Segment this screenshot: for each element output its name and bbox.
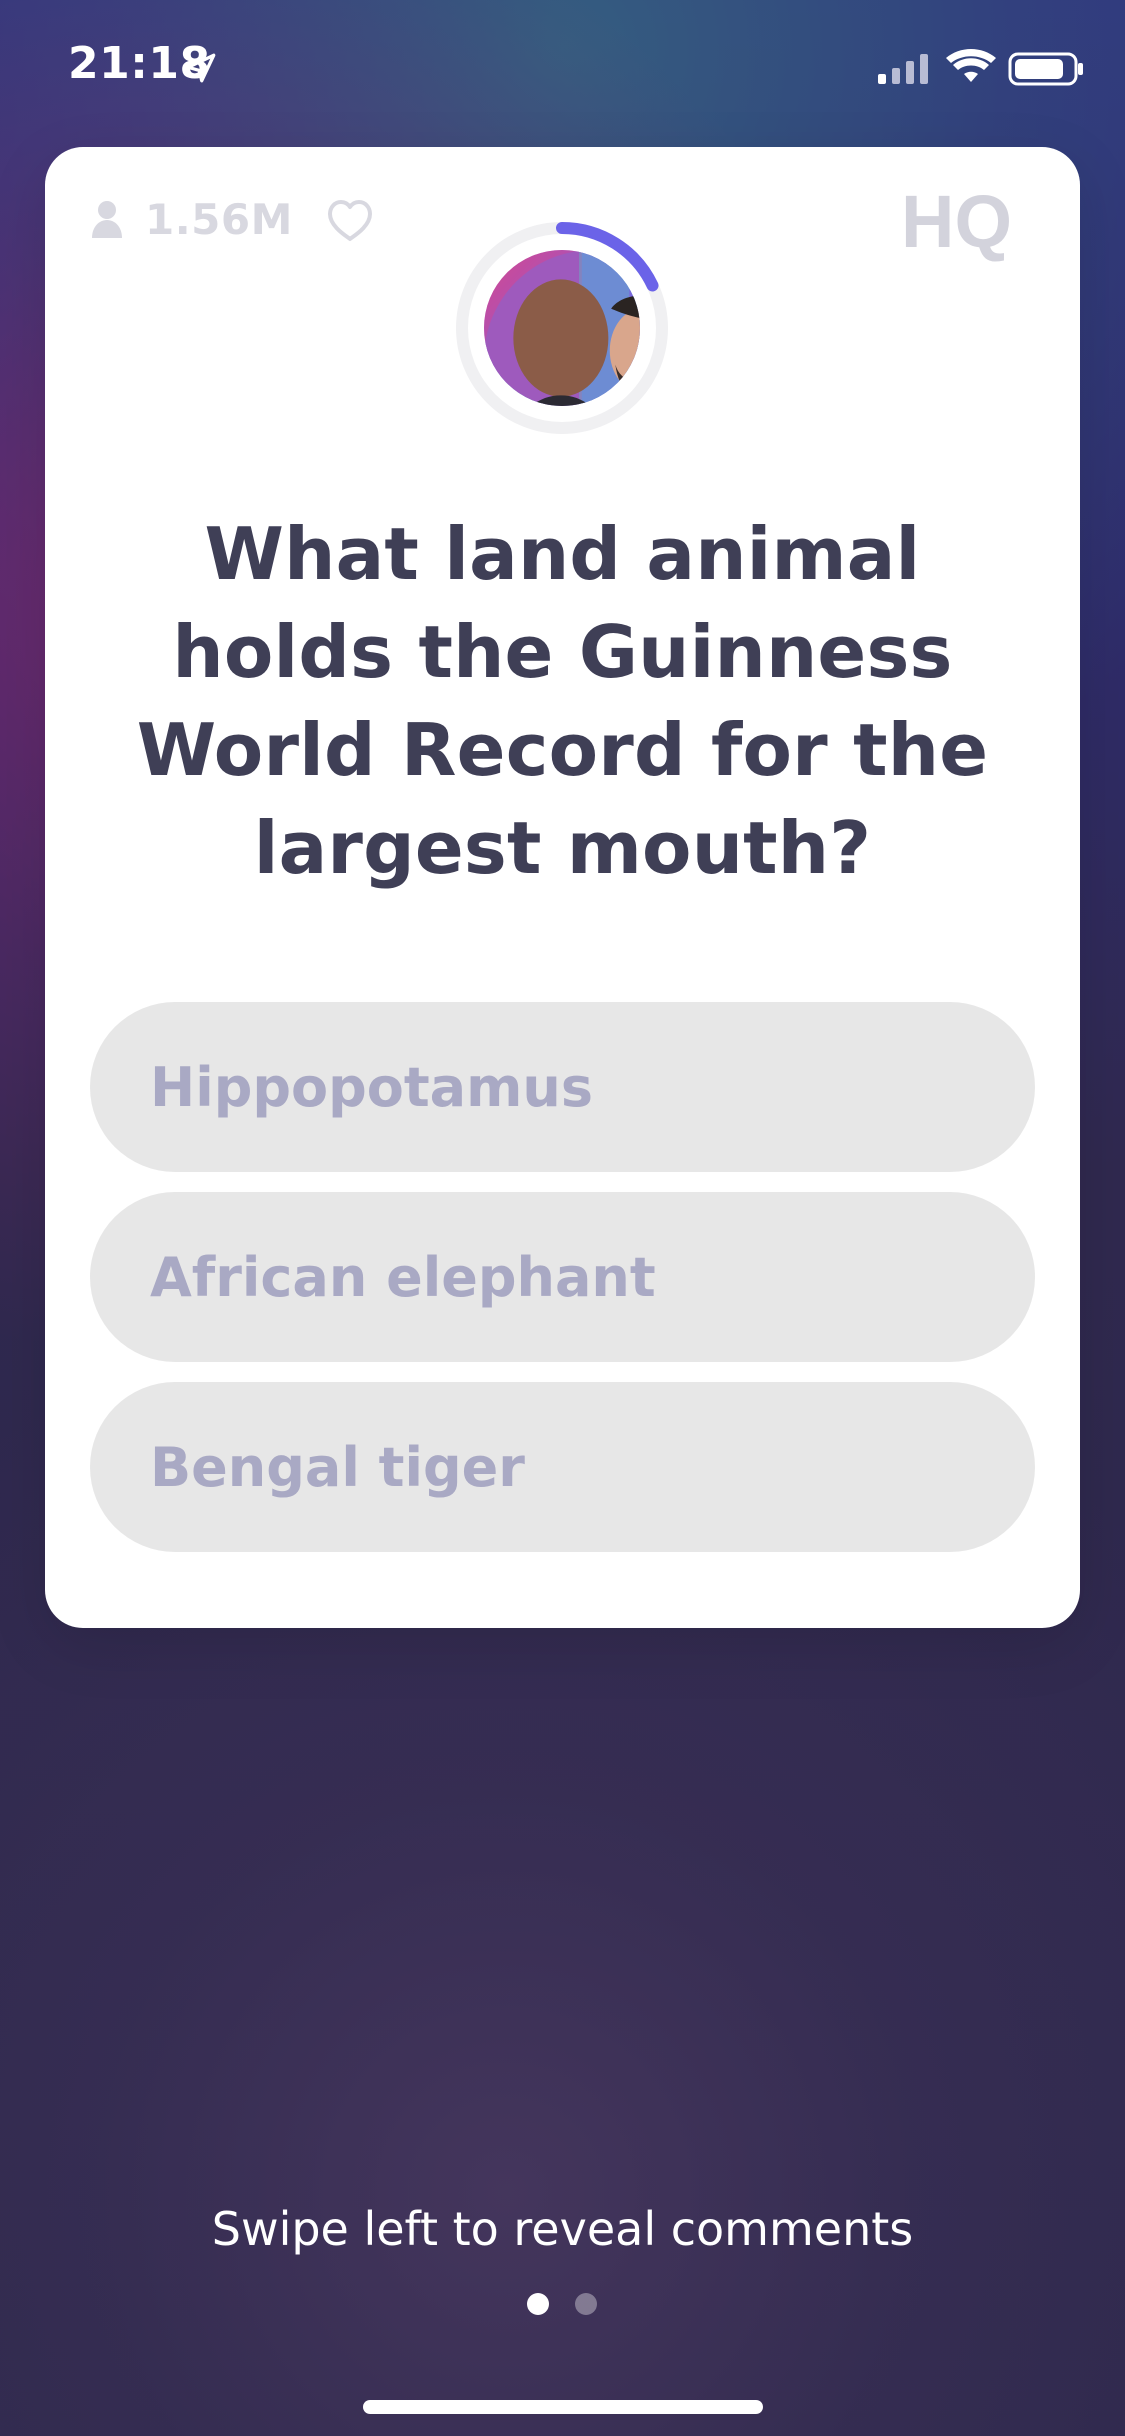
battery-icon — [1008, 52, 1083, 86]
status-bar: 21:18 — [0, 0, 1125, 140]
answer-option-3[interactable]: Bengal tiger — [90, 1382, 1035, 1552]
answer-option-1[interactable]: Hippopotamus — [90, 1002, 1035, 1172]
brand-logo-text: HQ — [901, 180, 1012, 263]
page-dot-inactive[interactable] — [575, 2293, 597, 2315]
answer-option-3-label: Bengal tiger — [150, 1435, 525, 1499]
answer-option-2-label: African elephant — [150, 1245, 656, 1309]
page-indicator — [527, 2293, 599, 2317]
page-dot-active — [527, 2293, 549, 2315]
question-card: 1.56M HQ What land animal holds the Guin… — [45, 147, 1080, 1628]
swipe-hint: Swipe left to reveal comments — [211, 2202, 914, 2256]
question-text: What land animal holds the Guinness Worl… — [136, 512, 989, 890]
home-indicator[interactable] — [363, 2400, 763, 2414]
heart-icon[interactable] — [325, 199, 375, 243]
hq-logo: HQ — [901, 180, 1012, 263]
viewer-count: 1.56M — [145, 194, 293, 244]
cellular-signal-icon — [878, 54, 928, 84]
timer-ring — [453, 219, 671, 437]
location-arrow-icon — [186, 53, 216, 83]
person-icon — [92, 201, 122, 238]
answer-option-1-label: Hippopotamus — [150, 1055, 593, 1119]
wifi-icon — [946, 49, 996, 82]
viewer-count-group: 1.56M — [87, 194, 293, 244]
answer-option-2[interactable]: African elephant — [90, 1192, 1035, 1362]
host-avatar-icon — [484, 250, 640, 406]
